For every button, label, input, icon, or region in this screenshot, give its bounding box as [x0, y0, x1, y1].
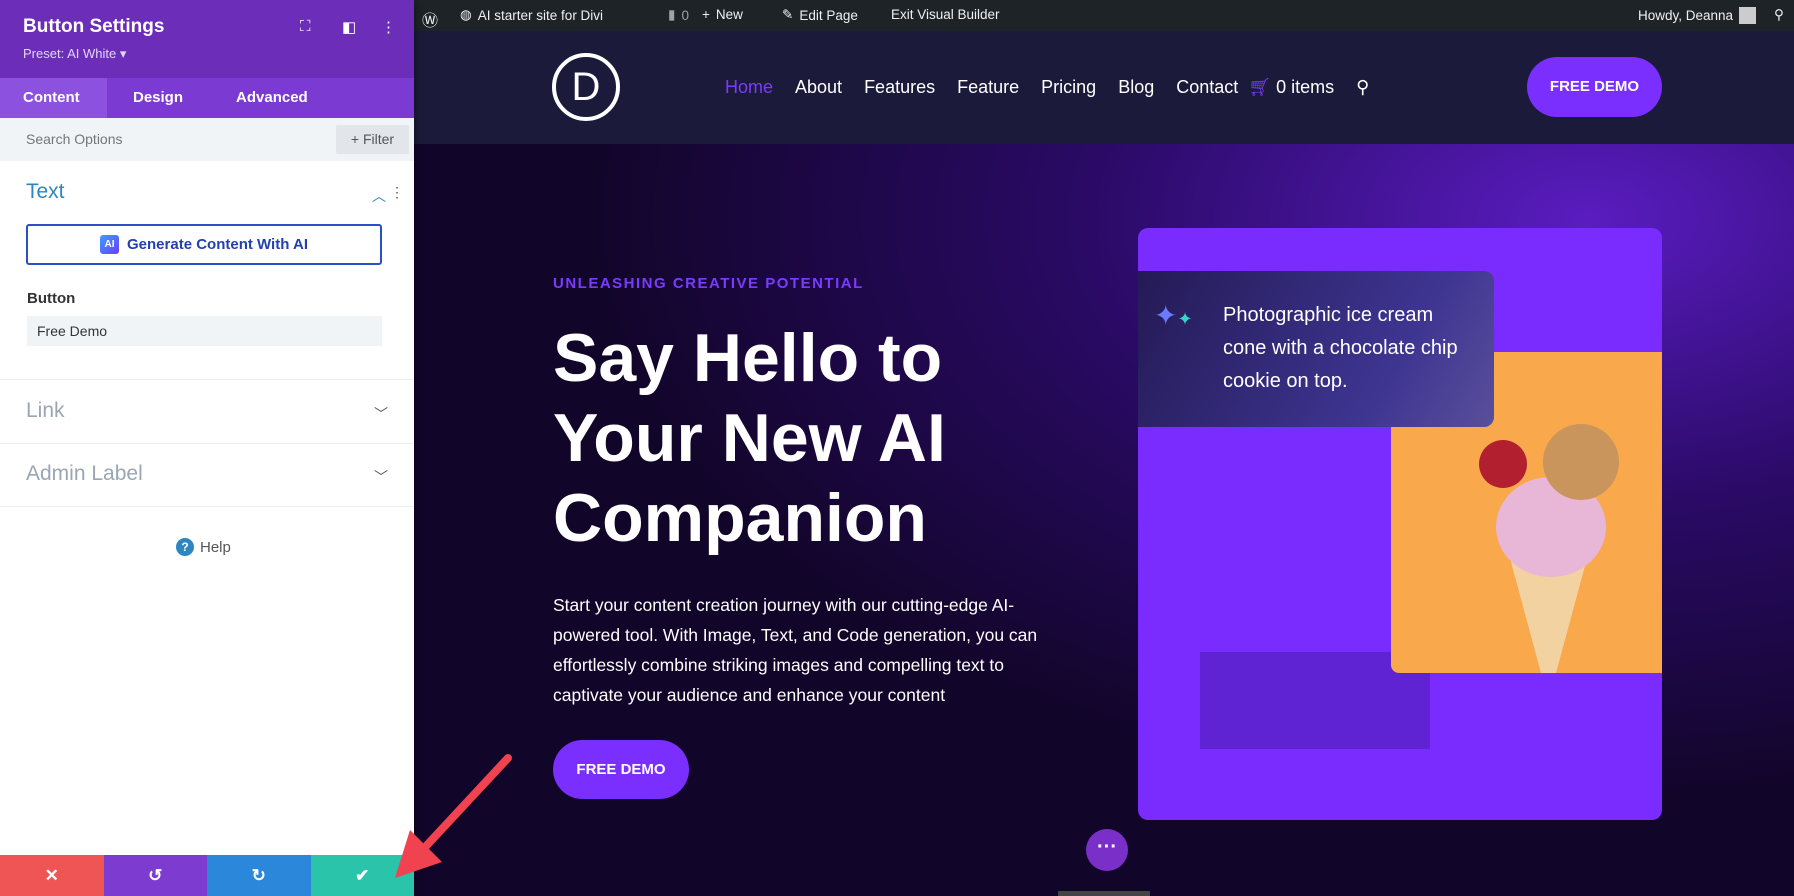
button-text-input[interactable]: [27, 316, 382, 346]
section-admin-label-toggle[interactable]: Admin Label: [26, 462, 143, 486]
new-label: New: [715, 7, 743, 22]
nav-contact[interactable]: Contact: [1176, 77, 1238, 98]
cart-icon: 🛒︎: [1248, 77, 1272, 97]
search-input[interactable]: [26, 126, 326, 152]
button-field-label: Button: [27, 290, 76, 307]
ai-prompt-card: ✦✦ Photographic ice cream cone with a ch…: [1138, 271, 1494, 427]
panel-action-bar: ✕ ↺ ↻ ✔: [0, 855, 414, 896]
hero-free-demo-button[interactable]: FREE DEMO: [553, 740, 689, 799]
generate-ai-label: Generate Content With AI: [127, 236, 308, 253]
scroll-handle[interactable]: [1058, 891, 1150, 896]
pencil-icon: ✎: [782, 7, 794, 22]
section-menu-icon[interactable]: ⋮: [390, 184, 404, 201]
help-link[interactable]: ? Help: [176, 538, 231, 556]
redo-button[interactable]: ↻: [207, 855, 311, 896]
divider: [0, 443, 414, 444]
button-settings-panel: Button Settings Preset: AI White ▾ ⛶ ◧ ⋮…: [0, 0, 414, 896]
nav-pricing[interactable]: Pricing: [1041, 77, 1096, 98]
wordpress-icon[interactable]: Ⓦ: [422, 7, 438, 31]
ai-icon: AI: [100, 235, 119, 254]
layout-icon[interactable]: ◧: [342, 18, 356, 36]
hero-paragraph: Start your content creation journey with…: [553, 595, 1038, 705]
generate-ai-button[interactable]: AI Generate Content With AI: [26, 224, 382, 265]
nav-home[interactable]: Home: [725, 77, 773, 98]
discard-button[interactable]: ✕: [0, 855, 104, 896]
edit-label: Edit Page: [799, 7, 858, 23]
cart-count: 0 items: [1276, 77, 1335, 97]
chevron-up-icon[interactable]: ︿: [372, 186, 386, 206]
avatar: [1739, 7, 1757, 24]
hero-kicker: UNLEASHING CREATIVE POTENTIAL: [553, 275, 864, 292]
site-link[interactable]: ◍ AI starter site for Divi: [460, 7, 603, 23]
preset-label: Preset: AI White: [23, 46, 117, 61]
sparkle-icon: ✦✦: [1154, 300, 1193, 331]
dashboard-icon: ◍: [460, 7, 472, 22]
divider: [0, 379, 414, 380]
site-name: AI starter site for Divi: [477, 7, 604, 23]
section-link-toggle[interactable]: Link: [26, 399, 65, 423]
comment-icon: ▮: [668, 7, 676, 22]
hero-heading: Say Hello to Your New AI Companion: [553, 320, 946, 556]
panel-title: Button Settings: [23, 16, 165, 37]
account-menu[interactable]: Howdy, Deanna: [1638, 7, 1757, 24]
nav-blog[interactable]: Blog: [1118, 77, 1154, 98]
hero-image-card: ✦✦ Photographic ice cream cone with a ch…: [1138, 228, 1662, 820]
ai-prompt-text: Photographic ice cream cone with a choco…: [1223, 304, 1458, 392]
divi-logo[interactable]: D: [552, 53, 620, 121]
cart-link[interactable]: 🛒︎ 0 items: [1248, 77, 1334, 98]
wp-admin-bar: Ⓦ ◍ AI starter site for Divi ▮ 0 + New ✎ Edi…: [414, 0, 1794, 31]
red-arrow-annotation: [395, 754, 512, 878]
more-icon[interactable]: ⋮: [381, 18, 396, 36]
search-icon[interactable]: ⚲: [1774, 7, 1784, 23]
panel-header: Button Settings Preset: AI White ▾ ⛶ ◧ ⋮: [0, 0, 414, 78]
tabs: Content Design Advanced: [0, 78, 414, 118]
undo-button[interactable]: ↺: [103, 855, 207, 896]
header-free-demo-button[interactable]: FREE DEMO: [1527, 57, 1662, 117]
fullscreen-icon[interactable]: ⛶: [300, 18, 311, 35]
plus-icon: +: [702, 7, 710, 22]
filter-button[interactable]: + Filter: [336, 125, 409, 154]
search-bar: + Filter: [0, 118, 414, 161]
chevron-down-icon[interactable]: ﹀: [374, 404, 388, 424]
comment-count: 0: [681, 7, 689, 23]
tab-advanced[interactable]: Advanced: [206, 78, 331, 118]
exit-visual-builder-link[interactable]: Exit Visual Builder: [891, 7, 1000, 22]
chevron-down-icon[interactable]: ﹀: [374, 467, 388, 487]
nav-feature[interactable]: Feature: [957, 77, 1019, 98]
comments-link[interactable]: ▮ 0: [668, 7, 689, 23]
section-text-toggle[interactable]: Text: [26, 180, 65, 204]
edit-page-link[interactable]: ✎ Edit Page: [782, 7, 858, 23]
more-options-button[interactable]: ···: [1086, 829, 1128, 871]
preset-dropdown[interactable]: Preset: AI White ▾: [23, 46, 126, 62]
tab-content[interactable]: Content: [0, 78, 107, 118]
divider: [0, 506, 414, 507]
nav-about[interactable]: About: [795, 77, 842, 98]
nav-features[interactable]: Features: [864, 77, 935, 98]
search-icon[interactable]: ⚲: [1356, 77, 1369, 98]
new-link[interactable]: + New: [702, 7, 743, 22]
help-icon: ?: [176, 538, 194, 556]
help-label: Help: [200, 538, 231, 556]
tab-design[interactable]: Design: [107, 78, 206, 118]
main-nav: Home About Features Feature Pricing Blog…: [725, 77, 1369, 98]
howdy-label: Howdy, Deanna: [1638, 8, 1734, 23]
